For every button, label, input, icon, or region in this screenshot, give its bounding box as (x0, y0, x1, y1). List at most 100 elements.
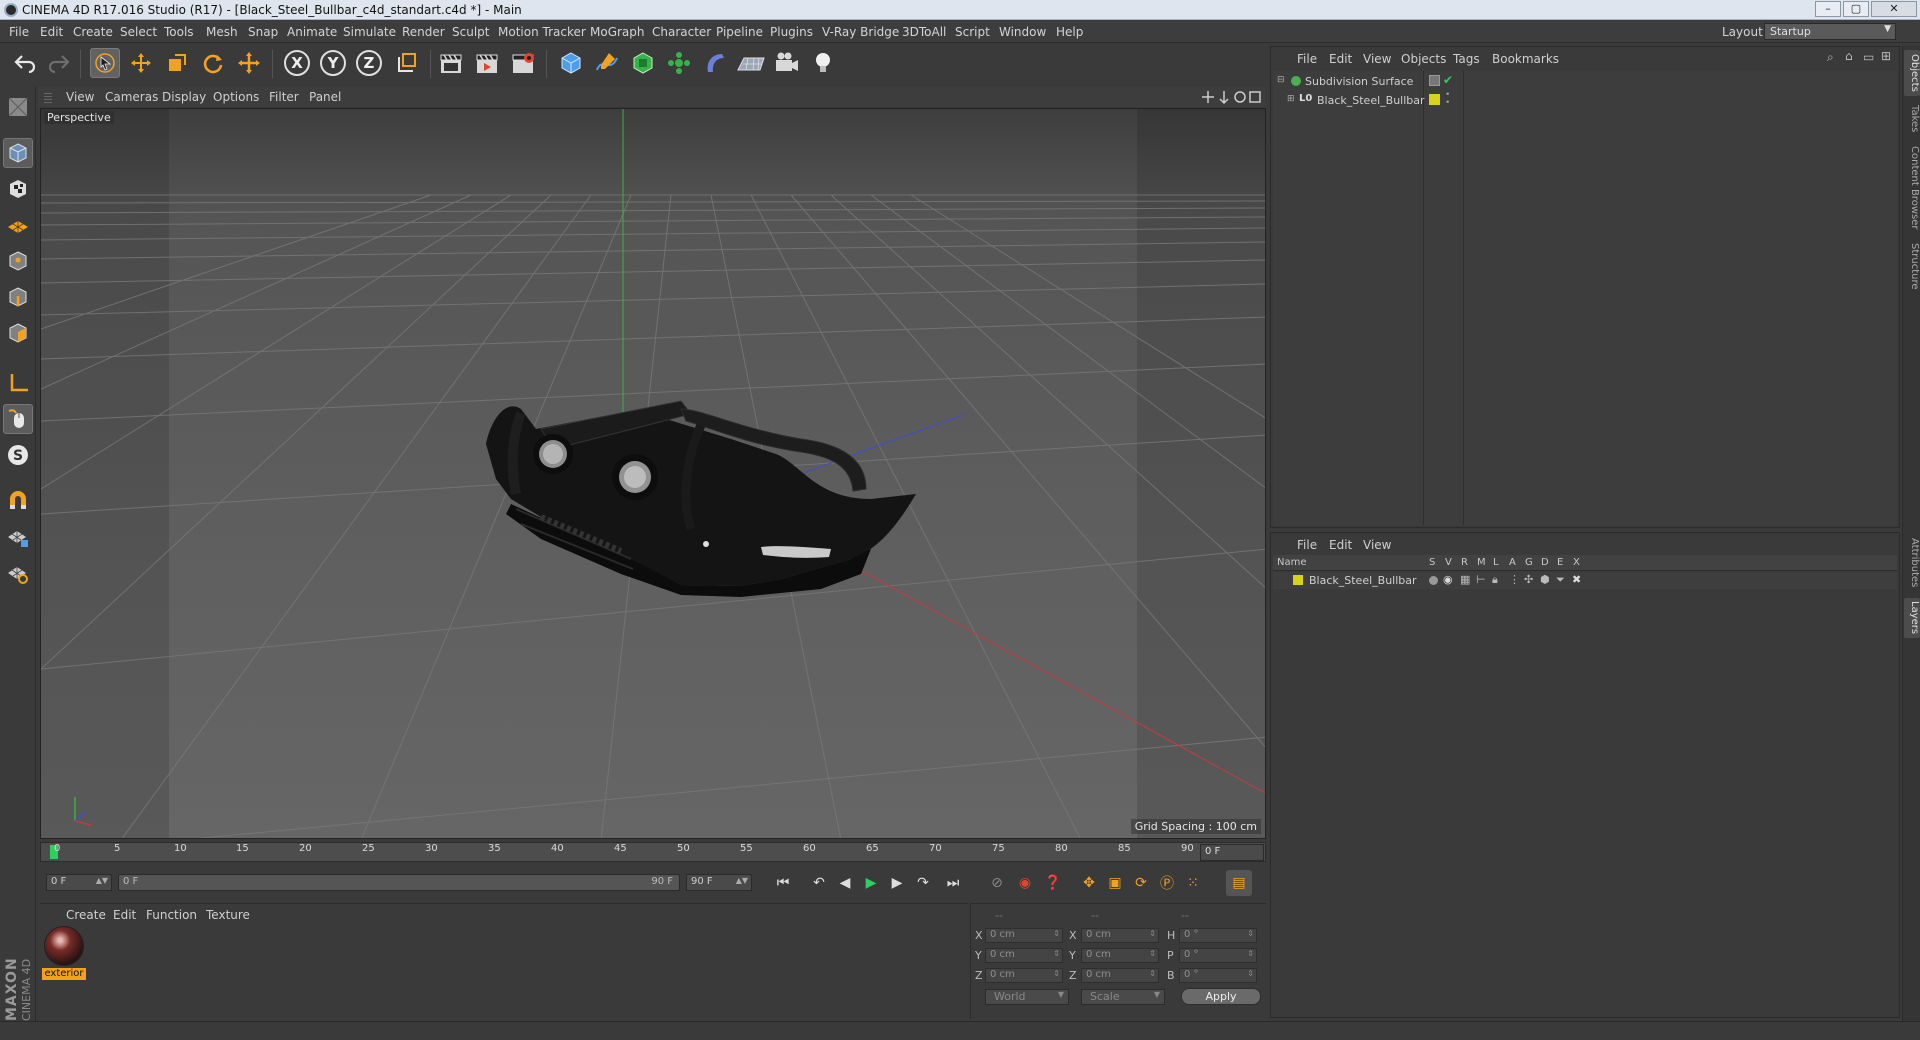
xref-icon[interactable]: ✖ (1572, 573, 1581, 586)
next-key-button[interactable]: ↷ (910, 870, 936, 896)
material-preview-thumbnail[interactable] (44, 926, 84, 966)
apply-button[interactable]: Apply (1181, 988, 1261, 1005)
menu-tools[interactable]: Tools (164, 25, 194, 39)
end-frame-field[interactable]: 90 F ▲▼ (686, 874, 752, 891)
eye-icon[interactable]: ◉ (1443, 573, 1453, 586)
editor-visibility-icon[interactable] (1429, 75, 1440, 86)
tab-takes[interactable]: Takes (1904, 102, 1920, 136)
layer-row-black-steel-bullbar[interactable]: Black_Steel_Bullbar ◉ ▦ ⊢ 🔒︎ ⋮ ✣ ⬢ ⏷ ✖ (1273, 572, 1897, 589)
polygons-mode-button[interactable] (3, 318, 33, 348)
objects-menu-bookmarks[interactable]: Bookmarks (1492, 52, 1559, 66)
objects-menu-edit[interactable]: Edit (1329, 52, 1352, 66)
tweak-mode-button[interactable] (3, 404, 33, 434)
spin-arrows-icon[interactable]: ⇕ (1149, 949, 1156, 958)
rotation-h-field[interactable]: 0 ° ⇕ (1179, 928, 1257, 943)
live-selection-button[interactable] (234, 48, 264, 78)
menu-mesh[interactable]: Mesh (206, 25, 238, 39)
menu-create[interactable]: Create (73, 25, 113, 39)
spin-arrows-icon[interactable]: ⇕ (1149, 929, 1156, 938)
column-header[interactable]: G (1525, 557, 1533, 568)
column-header[interactable]: S (1429, 557, 1435, 568)
expand-panel-icon[interactable]: ⊞ (1881, 49, 1891, 63)
objects-menu-view[interactable]: View (1363, 52, 1391, 66)
perspective-viewport[interactable]: Perspective Grid Spacing : 100 cm (40, 108, 1266, 839)
object-name[interactable]: Subdivision Surface (1305, 75, 1413, 88)
add-cube-button[interactable] (556, 48, 586, 78)
solo-toggle-icon[interactable] (1429, 576, 1438, 585)
expand-icon[interactable]: ⊞ (1287, 94, 1295, 104)
select-tool-button[interactable] (90, 48, 120, 78)
material-menu-create[interactable]: Create (66, 908, 106, 922)
record-keys-button[interactable]: ⊘ (984, 870, 1010, 896)
viewport-menu-filter[interactable]: Filter (269, 90, 299, 104)
column-header[interactable]: L (1493, 557, 1499, 568)
size-x-field[interactable]: 0 cm ⇕ (1081, 928, 1159, 943)
spin-arrows-icon[interactable]: ⇕ (1053, 949, 1060, 958)
enabled-check-icon[interactable]: ✔ (1443, 73, 1453, 87)
workplane-mode-button[interactable] (3, 210, 33, 240)
make-editable-button[interactable] (3, 92, 33, 122)
coordinate-system-button[interactable] (392, 48, 422, 78)
planar-workplane-button[interactable] (3, 558, 33, 588)
menu-animate[interactable]: Animate (287, 25, 337, 39)
menu-simulate[interactable]: Simulate (343, 25, 396, 39)
timeline-window-button[interactable]: ▤ (1226, 870, 1252, 896)
search-icon[interactable]: ⌕ (1827, 50, 1834, 65)
size-z-field[interactable]: 0 cm ⇕ (1081, 968, 1159, 983)
tab-structure[interactable]: Structure (1904, 240, 1920, 292)
previous-key-button[interactable]: ↶ (806, 870, 832, 896)
lock-icon[interactable]: 🔒︎ (1492, 573, 1498, 587)
position-x-field[interactable]: 0 cm ⇕ (985, 928, 1063, 943)
column-header[interactable]: R (1461, 557, 1468, 568)
material-menu-texture[interactable]: Texture (206, 908, 250, 922)
key-parameter-button[interactable]: Ⓟ (1154, 870, 1180, 896)
menu-script[interactable]: Script (955, 25, 990, 39)
add-mograph-cloner-button[interactable] (664, 48, 694, 78)
rotation-p-field[interactable]: 0 ° ⇕ (1179, 948, 1257, 963)
add-floor-button[interactable] (736, 48, 766, 78)
current-frame-field[interactable]: 0 F (1200, 844, 1264, 861)
home-icon[interactable]: ⌂ (1845, 49, 1853, 63)
object-tree[interactable]: ⊟ Subdivision Surface ✔ ⊞ L0 Black_Steel… (1273, 71, 1897, 525)
viewport-menu-cameras[interactable]: Cameras (105, 90, 158, 104)
snap-button[interactable] (3, 486, 33, 516)
menu-plugins[interactable]: Plugins (770, 25, 813, 39)
next-frame-button[interactable]: ▶ (884, 870, 910, 896)
previous-frame-button[interactable]: ◀ (832, 870, 858, 896)
add-deformer-button[interactable] (700, 48, 730, 78)
rotate-tool-button[interactable] (198, 48, 228, 78)
column-header[interactable]: A (1509, 557, 1516, 568)
material-name-label[interactable]: exterior (42, 968, 86, 980)
redo-button[interactable] (44, 48, 74, 78)
spin-arrows-icon[interactable]: ⇕ (1247, 969, 1254, 978)
spin-arrows-icon[interactable]: ⇕ (1247, 929, 1254, 938)
generators-icon[interactable]: ✣ (1524, 573, 1533, 586)
axis-mode-button[interactable] (3, 368, 33, 398)
timeline-ruler[interactable]: 0 5 10 15 20 25 30 35 40 45 50 55 60 65 … (40, 842, 1266, 862)
menu-character[interactable]: Character (652, 25, 711, 39)
expressions-icon[interactable]: ⏷ (1556, 573, 1565, 587)
y-axis-lock-button[interactable]: Y (318, 48, 348, 78)
layer-color-swatch[interactable] (1293, 575, 1303, 585)
lock-workplane-button[interactable] (3, 522, 33, 552)
column-header[interactable]: X (1573, 557, 1580, 568)
render-view-button[interactable] (436, 48, 466, 78)
menu-pipeline[interactable]: Pipeline (716, 25, 763, 39)
layers-menu-view[interactable]: View (1363, 538, 1391, 552)
render-to-picture-viewer-button[interactable] (472, 48, 502, 78)
menu-mograph[interactable]: MoGraph (590, 25, 645, 39)
undo-button[interactable] (10, 48, 40, 78)
menu-select[interactable]: Select (120, 25, 157, 39)
key-rotation-button[interactable]: ⟳ (1128, 870, 1154, 896)
key-point-level-button[interactable]: ⁙ (1180, 870, 1206, 896)
close-button[interactable]: ✕ (1871, 1, 1917, 17)
menu-file[interactable]: File (9, 25, 29, 39)
position-y-field[interactable]: 0 cm ⇕ (985, 948, 1063, 963)
material-menu-function[interactable]: Function (146, 908, 197, 922)
object-name[interactable]: Black_Steel_Bullbar (1317, 94, 1425, 107)
viewport-menu-panel[interactable]: Panel (309, 90, 341, 104)
deformers-icon[interactable]: ⬢ (1540, 573, 1550, 586)
spin-arrows-icon[interactable]: ⇕ (1053, 969, 1060, 978)
manager-icon[interactable]: ⊢ (1476, 573, 1486, 586)
key-position-button[interactable]: ✥ (1076, 870, 1102, 896)
